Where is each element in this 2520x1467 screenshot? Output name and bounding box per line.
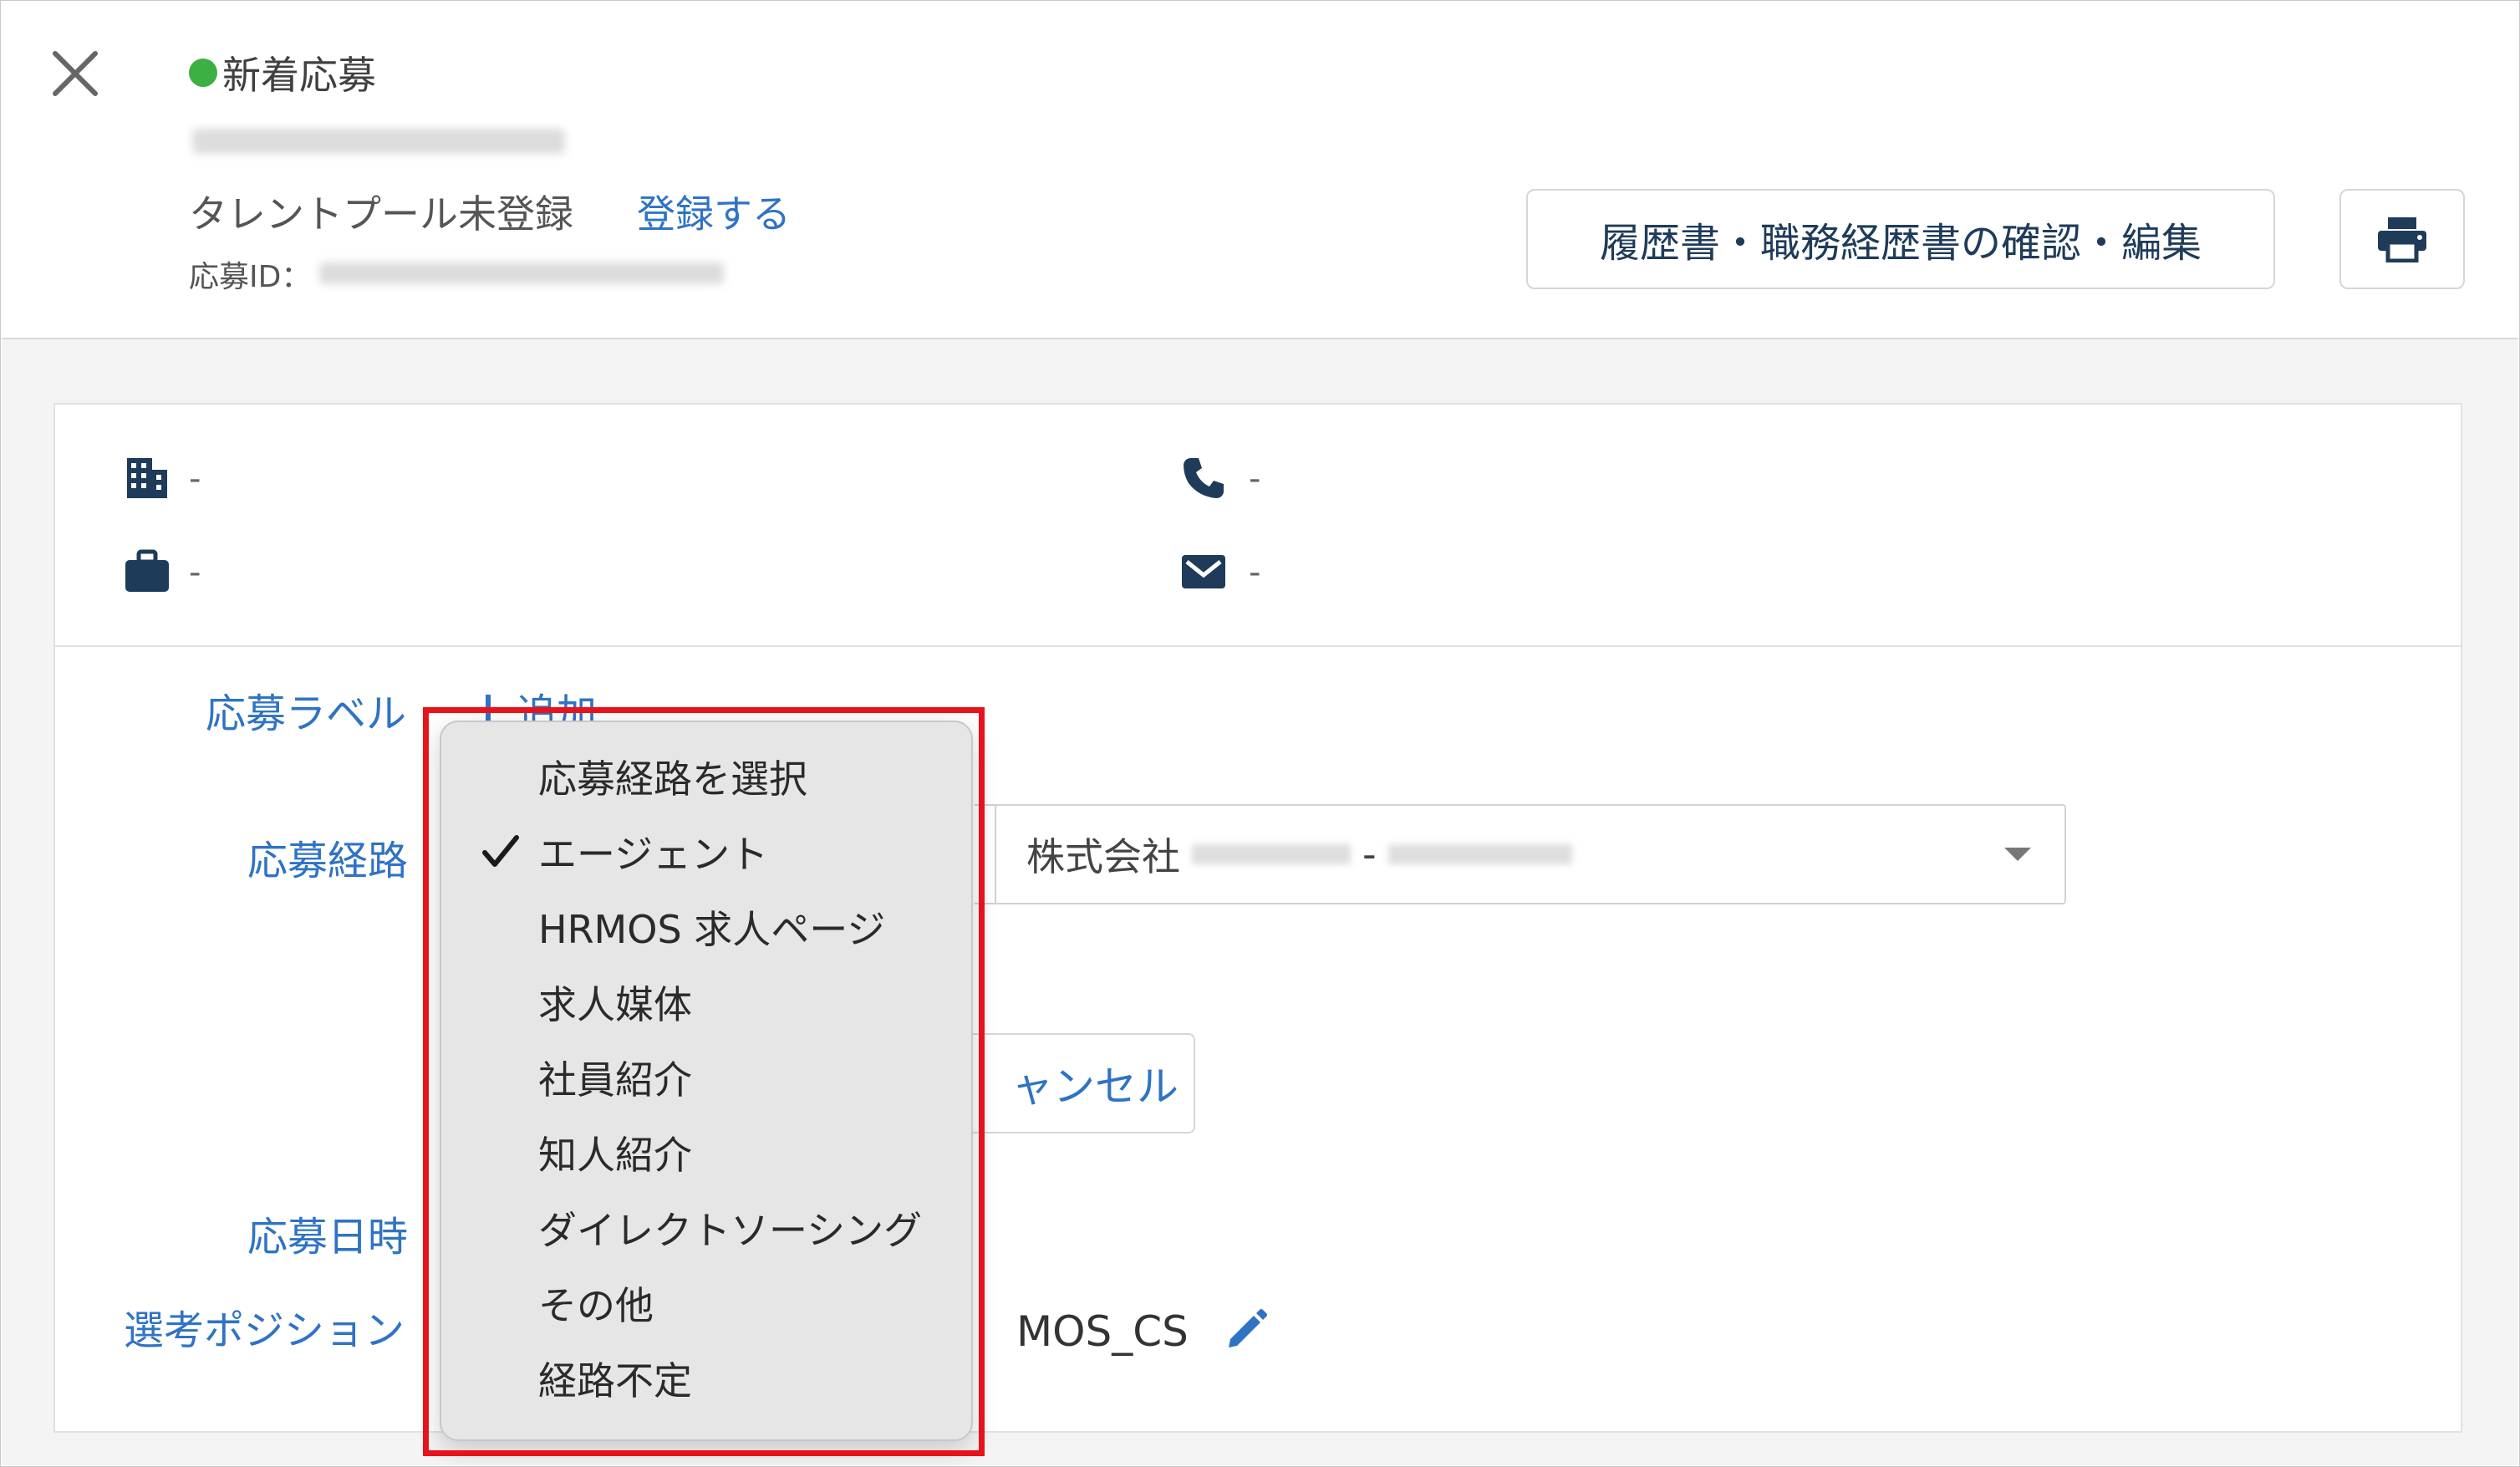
- route-option[interactable]: 応募経路を選択: [441, 739, 971, 814]
- pencil-icon[interactable]: [1225, 1307, 1269, 1351]
- applicant-name-redacted: [192, 129, 565, 154]
- agent-name-redacted: [1387, 844, 1572, 864]
- route-option-label: エージェント: [538, 832, 769, 877]
- company-separator: -: [1362, 832, 1377, 877]
- application-route-label: 応募経路: [247, 838, 409, 884]
- status-dot-icon: [189, 59, 217, 87]
- route-option-label: 社員紹介: [538, 1057, 692, 1103]
- route-option-label: ダイレクトソーシング: [538, 1208, 923, 1253]
- checkmark-icon: [482, 835, 519, 867]
- company-value: -: [189, 460, 201, 498]
- route-option[interactable]: ダイレクトソーシング: [441, 1190, 971, 1266]
- route-option-label: 知人紹介: [538, 1133, 692, 1178]
- application-date-label: 応募日時: [247, 1214, 409, 1261]
- route-option-label: 求人媒体: [538, 982, 692, 1027]
- route-option-label: 応募経路を選択: [538, 756, 807, 802]
- register-talent-link[interactable]: 登録する: [637, 184, 791, 239]
- route-option[interactable]: 求人媒体: [441, 965, 971, 1040]
- route-option[interactable]: 経路不定: [441, 1341, 971, 1416]
- application-id-label: 応募ID：: [189, 260, 312, 294]
- phone-value: -: [1249, 460, 1261, 498]
- route-option-label: その他: [538, 1283, 654, 1328]
- talent-pool-status: タレントプール未登録: [189, 191, 573, 237]
- close-icon[interactable]: [50, 48, 100, 99]
- route-option-label: HRMOS 求人ページ: [538, 907, 886, 952]
- briefcase-icon: [125, 549, 169, 592]
- building-icon: [127, 458, 167, 498]
- route-option[interactable]: その他: [441, 1266, 971, 1341]
- route-option[interactable]: HRMOS 求人ページ: [441, 889, 971, 965]
- position-value: MOS_CS: [1016, 1307, 1189, 1356]
- application-id-redacted: [319, 262, 724, 284]
- resume-edit-button[interactable]: 履歴書・職務経歴書の確認・編集: [1526, 189, 2275, 289]
- route-dropdown-menu: 応募経路を選択 エージェント HRMOS 求人ページ 求人媒体 社員紹介 知人紹…: [440, 721, 973, 1441]
- status-text: 新着応募: [222, 53, 376, 98]
- applicant-info-card: - - - - 応募ラベル 追加 応募経路 株式会社 - ャンセル 応募日時 選…: [53, 403, 2462, 1433]
- phone-icon: [1184, 458, 1224, 498]
- email-value: -: [1249, 553, 1261, 592]
- route-option[interactable]: 知人紹介: [441, 1115, 971, 1190]
- route-option-selected[interactable]: エージェント: [441, 814, 971, 889]
- chevron-down-icon: [2004, 848, 2031, 861]
- company-prefix: 株式会社: [1026, 834, 1180, 879]
- route-option[interactable]: 社員紹介: [441, 1040, 971, 1115]
- job-value: -: [189, 553, 201, 592]
- print-button[interactable]: [2339, 189, 2465, 289]
- position-label: 選考ポジション: [124, 1307, 405, 1354]
- status-badge: 新着応募: [189, 45, 376, 100]
- card-divider: [55, 645, 2461, 647]
- printer-icon: [2378, 217, 2426, 262]
- company-name-redacted: [1192, 844, 1351, 864]
- mail-icon: [1182, 555, 1225, 588]
- agent-company-select[interactable]: 株式会社 -: [995, 804, 2066, 904]
- applicant-header: 新着応募 タレントプール未登録 登録する 応募ID： 履歴書・職務経歴書の確認・…: [2, 2, 2518, 339]
- route-option-label: 経路不定: [538, 1358, 692, 1403]
- application-label-label: 応募ラベル: [206, 690, 407, 737]
